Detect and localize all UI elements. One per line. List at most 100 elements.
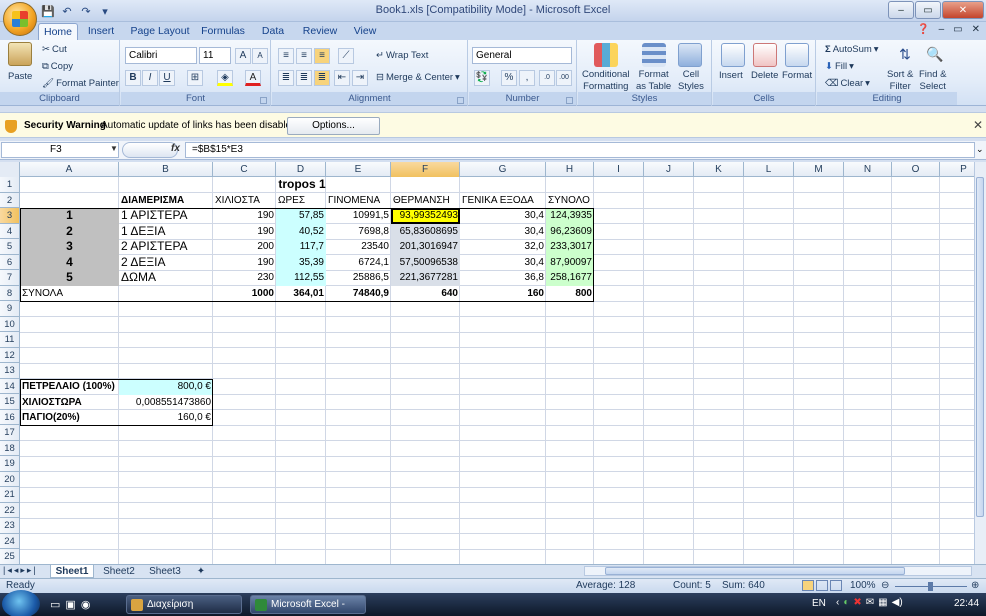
workbook-minimize-icon[interactable]: – (939, 24, 945, 35)
tray-antivirus-icon[interactable]: ✖ (853, 597, 861, 608)
fill-button[interactable]: ⬇ Fill ▾ (825, 61, 854, 72)
format-as-table-icon[interactable] (642, 43, 666, 67)
sheet-tab-3[interactable]: Sheet3 (144, 565, 186, 578)
tab-data[interactable]: Data (258, 23, 288, 40)
cell-h-row-4[interactable]: 87,90097 (546, 255, 594, 270)
accounting-format-icon[interactable]: 💱 (474, 70, 490, 86)
cell-g-row-4[interactable]: 30,4 (460, 255, 546, 270)
insert-function-button[interactable]: fx (171, 143, 180, 154)
workbook-restore-icon[interactable]: ▭ (953, 24, 962, 35)
tray-app-icon[interactable]: ◐ (843, 597, 849, 608)
cell-c-row-5[interactable]: 230 (213, 270, 276, 285)
cell-e-row-1[interactable]: 10991,5 (326, 208, 391, 223)
font-dialog-launcher[interactable] (260, 97, 267, 104)
column-header-j[interactable]: J (644, 162, 694, 177)
worksheet-grid[interactable]: A B C D E F G H I J K L M N O P 12345678… (0, 162, 974, 566)
sheet-nav-arrows-icon[interactable]: |◂◂▸▸| (3, 565, 38, 576)
cell-g-row-5[interactable]: 36,8 (460, 270, 546, 285)
binoculars-icon[interactable]: 🔍 (923, 43, 947, 67)
column-header-g[interactable]: G (460, 162, 546, 177)
align-center-icon[interactable]: ≣ (296, 70, 312, 86)
cut-button[interactable]: ✂ Cut (42, 44, 67, 55)
cell-d-row-2[interactable]: 40,52 (276, 224, 326, 239)
cell-d-row-3[interactable]: 117,7 (276, 239, 326, 254)
sheet-tab-1[interactable]: Sheet1 (50, 565, 94, 578)
header-general-expenses[interactable]: ΓΕΝΙΚΑ ΕΞΟΔΑ (460, 193, 536, 208)
row-header-25[interactable]: 25 (0, 549, 20, 565)
decrease-decimal-icon[interactable]: .00 (556, 70, 572, 86)
horizontal-scroll-thumb[interactable] (605, 567, 905, 575)
cell-g-row-1[interactable]: 30,4 (460, 208, 546, 223)
cell-b-row-3[interactable]: 2 ΑΡΙΣΤΕΡΑ (119, 239, 213, 254)
row-header-5[interactable]: 5 (0, 239, 20, 255)
browser-icon[interactable]: ◉ (81, 598, 91, 611)
column-header-p[interactable]: P (940, 162, 974, 177)
column-header-a[interactable]: A (20, 162, 119, 177)
tray-expand-icon[interactable]: ‹ (836, 597, 839, 608)
cell-c-row-2[interactable]: 190 (213, 224, 276, 239)
options-button[interactable]: Options... (287, 117, 380, 135)
param-thousandth-hours-value[interactable]: 0,008551473860 (119, 395, 213, 410)
wrap-text-button[interactable]: ↵ Wrap Text (376, 50, 428, 61)
workbook-close-icon[interactable]: ✕ (972, 24, 980, 35)
cell-f-row-1[interactable]: 93,99352493 (391, 208, 460, 223)
orientation-icon[interactable]: ⟋ (338, 48, 354, 64)
tab-review[interactable]: Review (300, 23, 340, 40)
italic-button[interactable]: I (142, 70, 158, 86)
delete-cells-button[interactable]: Delete (751, 70, 778, 81)
cell-a-row-4[interactable]: 4 (20, 255, 119, 270)
alignment-dialog-launcher[interactable] (457, 97, 464, 104)
taskbar-item-excel[interactable]: Microsoft Excel - Bo... (250, 595, 366, 614)
autosum-button[interactable]: Σ AutoSum ▾ (825, 44, 879, 55)
row-header-24[interactable]: 24 (0, 533, 20, 549)
conditional-formatting-button[interactable]: Conditional Formatting (582, 70, 630, 92)
shrink-font-icon[interactable]: A (252, 48, 268, 64)
sort-filter-button[interactable]: Sort & Filter (887, 70, 913, 92)
row-header-16[interactable]: 16 (0, 409, 20, 425)
totals-heating[interactable]: 640 (391, 286, 460, 301)
header-hours[interactable]: ΩΡΕΣ (276, 193, 307, 208)
decrease-indent-icon[interactable]: ⇤ (334, 70, 350, 86)
cell-e-row-5[interactable]: 25886,5 (326, 270, 391, 285)
grow-font-icon[interactable]: A (235, 48, 251, 64)
header-thousandths[interactable]: ΧΙΛΙΟΣΤΑ (213, 193, 262, 208)
row-header-15[interactable]: 15 (0, 394, 20, 410)
align-bottom-icon[interactable]: ≡ (314, 48, 330, 64)
clear-button[interactable]: ⌫ Clear ▾ (825, 78, 870, 89)
column-header-b[interactable]: B (119, 162, 213, 177)
switch-windows-icon[interactable]: ▣ (65, 598, 75, 611)
cell-g-row-2[interactable]: 30,4 (460, 224, 546, 239)
copy-button[interactable]: ⧉ Copy (42, 61, 73, 72)
header-products[interactable]: ΓΙΝΟΜΕΝΑ (326, 193, 382, 208)
cell-a-row-1[interactable]: 1 (20, 208, 119, 223)
cell-h-row-3[interactable]: 233,3017 (546, 239, 594, 254)
column-header-i[interactable]: I (594, 162, 644, 177)
show-desktop-icon[interactable]: ▭ (50, 598, 60, 611)
cell-f-row-4[interactable]: 57,50096538 (391, 255, 460, 270)
row-header-20[interactable]: 20 (0, 471, 20, 487)
zoom-out-icon[interactable]: ⊖ (881, 580, 889, 591)
cell-h-row-1[interactable]: 124,3935 (546, 208, 594, 223)
header-apartment[interactable]: ΔΙΑΜΕΡΙΣΜΑ (119, 193, 186, 208)
cell-b-row-4[interactable]: 2 ΔΕΞΙΑ (119, 255, 213, 270)
column-header-d[interactable]: D (276, 162, 326, 177)
comma-style-button[interactable]: , (519, 70, 535, 86)
row-header-13[interactable]: 13 (0, 363, 20, 379)
tab-formulas[interactable]: Formulas (198, 23, 248, 40)
tray-volume-icon[interactable]: ◀) (892, 597, 903, 608)
delete-cells-icon[interactable] (753, 43, 777, 67)
row-header-11[interactable]: 11 (0, 332, 20, 348)
cell-a-row-2[interactable]: 2 (20, 224, 119, 239)
chevron-down-icon[interactable]: ▼ (110, 144, 118, 153)
totals-label[interactable]: ΣΥΝΟΛΑ (20, 286, 119, 301)
totals-general[interactable]: 160 (460, 286, 546, 301)
align-left-icon[interactable]: ≣ (278, 70, 294, 86)
row-header-23[interactable]: 23 (0, 518, 20, 534)
cell-f-row-2[interactable]: 65,83608695 (391, 224, 460, 239)
tab-home[interactable]: Home (38, 23, 78, 40)
zoom-slider-thumb[interactable] (928, 582, 933, 591)
fill-color-icon[interactable]: ◈ (217, 70, 233, 86)
row-header-6[interactable]: 6 (0, 254, 20, 270)
row-header-2[interactable]: 2 (0, 192, 20, 208)
formula-bar-handle[interactable] (122, 142, 178, 158)
